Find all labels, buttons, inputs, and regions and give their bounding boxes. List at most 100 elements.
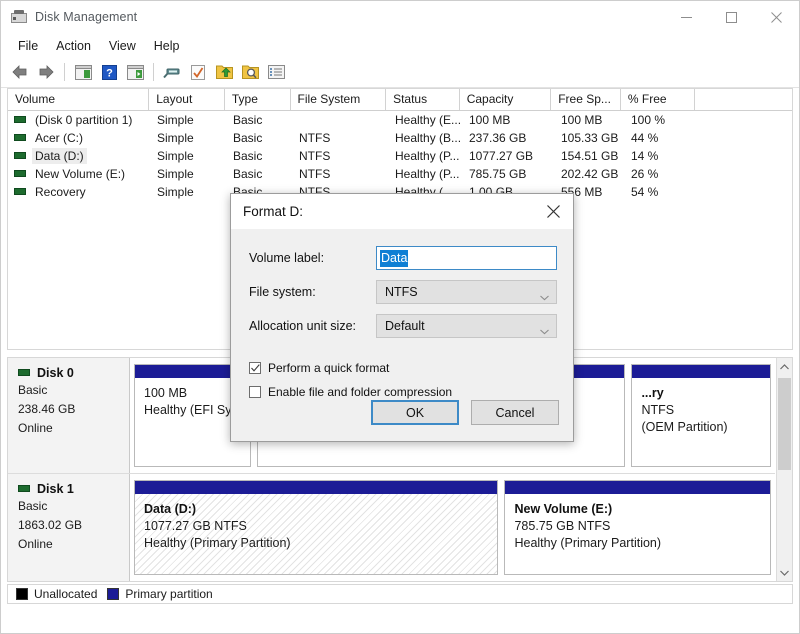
allocation-unit-size-label: Allocation unit size: <box>249 319 357 333</box>
table-row[interactable]: Acer (C:) Simple Basic NTFS Healthy (B... 237… <box>8 129 792 147</box>
compression-label: Enable file and folder compression <box>268 385 453 399</box>
cell-file-system: NTFS <box>299 131 331 145</box>
disk-info[interactable]: Disk 0 Basic 238.46 GB Online <box>8 358 130 473</box>
minimize-icon[interactable] <box>664 1 709 33</box>
scroll-up-icon[interactable] <box>777 358 792 375</box>
menu-item-file[interactable]: File <box>9 36 47 56</box>
column-header-file-system[interactable]: File System <box>291 89 387 110</box>
cell-status: Healthy (E... <box>395 113 462 127</box>
title-bar: Disk Management <box>1 1 799 33</box>
file-system-select[interactable]: NTFS <box>376 280 557 304</box>
column-header-free-space[interactable]: Free Sp... <box>551 89 621 110</box>
close-icon[interactable] <box>754 1 799 33</box>
maximize-icon[interactable] <box>709 1 754 33</box>
file-system-label: File system: <box>249 285 316 299</box>
disk-kind: Basic <box>18 383 48 397</box>
cell-percent-free: 14 % <box>631 149 659 163</box>
scroll-down-icon[interactable] <box>777 564 792 581</box>
disk-chip-icon <box>18 368 30 376</box>
disk-row[interactable]: Disk 1 Basic 1863.02 GB Online Data (D:) 1077… <box>8 474 775 581</box>
cell-type: Basic <box>233 149 263 163</box>
volume-chip-icon <box>14 133 26 141</box>
disk-size: 238.46 GB <box>18 402 76 416</box>
volume-label-input[interactable]: Data <box>376 246 557 270</box>
cell-volume-label: Data (D:) <box>32 148 87 164</box>
disk-management-icon <box>11 9 27 25</box>
menu-item-help[interactable]: Help <box>145 36 189 56</box>
cell-volume: New Volume (E:) <box>8 166 150 182</box>
volume-list-header: Volume Layout Type File System Status Ca… <box>8 89 792 111</box>
scrollbar-thumb[interactable] <box>778 378 791 470</box>
disk-info[interactable]: Disk 1 Basic 1863.02 GB Online <box>8 474 130 581</box>
cancel-button[interactable]: Cancel <box>471 400 559 425</box>
help-icon[interactable]: ? <box>96 60 122 84</box>
rescan-disks-icon[interactable] <box>211 60 237 84</box>
partition-area: Data (D:) 1077.27 GB NTFS Healthy (Primary… <box>130 474 775 581</box>
properties-icon[interactable] <box>159 60 185 84</box>
disk-pane-scrollbar[interactable] <box>776 358 792 581</box>
partition[interactable]: Data (D:) 1077.27 GB NTFS Healthy (Primary… <box>134 480 499 575</box>
legend-swatch-primary-partition <box>107 588 120 600</box>
ok-button[interactable]: OK <box>371 400 459 425</box>
show-hide-action-pane-icon[interactable] <box>122 60 148 84</box>
cell-volume: Data (D:) <box>8 148 150 164</box>
format-dialog: Format D: Volume label: Data File system… <box>230 193 574 442</box>
allocation-unit-size-row: Allocation unit size: Default <box>249 311 557 341</box>
column-header-capacity[interactable]: Capacity <box>460 89 552 110</box>
volume-list-rows: (Disk 0 partition 1) Simple Basic Healthy (… <box>8 111 792 201</box>
refresh-icon[interactable] <box>185 60 211 84</box>
column-header-status[interactable]: Status <box>386 89 460 110</box>
menu-item-action[interactable]: Action <box>47 36 100 56</box>
table-row[interactable]: New Volume (E:) Simple Basic NTFS Healthy (P… <box>8 165 792 183</box>
partition-size: NTFS <box>641 403 675 417</box>
table-row[interactable]: (Disk 0 partition 1) Simple Basic Healthy (… <box>8 111 792 129</box>
legend-label-primary-partition: Primary partition <box>125 587 213 601</box>
legend-swatch-unallocated <box>16 588 28 600</box>
compression-checkbox[interactable] <box>249 386 261 398</box>
cell-layout: Simple <box>157 113 194 127</box>
disk-name-label: Disk 1 <box>37 482 74 496</box>
column-header-percent-free[interactable]: % Free <box>621 89 695 110</box>
volume-label-row: Volume label: Data <box>249 243 557 273</box>
partition-size: 785.75 GB NTFS <box>514 519 611 533</box>
partition-title: Data (D:) <box>144 502 197 516</box>
partition-type-bar <box>505 481 770 494</box>
show-hide-console-tree-icon[interactable] <box>70 60 96 84</box>
menu-item-view[interactable]: View <box>100 36 145 56</box>
quick-format-checkbox[interactable] <box>249 362 261 374</box>
disk-size: 1863.02 GB <box>18 518 83 532</box>
search-icon[interactable] <box>237 60 263 84</box>
disk-management-window: Disk Management File Action View Help ? … <box>0 0 800 634</box>
partition[interactable]: ...ry NTFS (OEM Partition) <box>631 364 771 467</box>
cell-capacity: 100 MB <box>469 113 511 127</box>
cell-type: Basic <box>233 113 263 127</box>
disk-chip-icon <box>18 484 30 492</box>
forward-arrow-icon[interactable] <box>33 60 59 84</box>
cell-layout: Simple <box>157 167 194 181</box>
legend-item-primary-partition: Primary partition <box>107 587 213 601</box>
allocation-unit-size-select[interactable]: Default <box>376 314 557 338</box>
partition-body: New Volume (E:) 785.75 GB NTFS Healthy (Pr… <box>505 494 770 574</box>
back-arrow-icon[interactable] <box>7 60 33 84</box>
cell-volume-label: (Disk 0 partition 1) <box>35 113 133 127</box>
column-header-spacer[interactable] <box>695 89 793 110</box>
close-icon[interactable] <box>533 194 573 229</box>
cell-file-system: NTFS <box>299 167 331 181</box>
list-view-icon[interactable] <box>263 60 289 84</box>
column-header-type[interactable]: Type <box>225 89 291 110</box>
chevron-down-icon <box>540 288 549 306</box>
column-header-layout[interactable]: Layout <box>149 89 225 110</box>
cell-volume: Acer (C:) <box>8 130 150 146</box>
quick-format-checkbox-row[interactable]: Perform a quick format <box>249 357 557 379</box>
column-header-volume[interactable]: Volume <box>8 89 150 110</box>
partition-status: (OEM Partition) <box>641 420 728 434</box>
table-row[interactable]: Data (D:) Simple Basic NTFS Healthy (P... 107… <box>8 147 792 165</box>
window-controls <box>664 1 799 33</box>
partition-body: ...ry NTFS (OEM Partition) <box>632 378 770 466</box>
window-title: Disk Management <box>35 10 138 24</box>
partition[interactable]: New Volume (E:) 785.75 GB NTFS Healthy (Pr… <box>504 480 771 575</box>
disk-name-label: Disk 0 <box>37 366 74 380</box>
volume-chip-icon <box>14 151 26 159</box>
volume-label-label: Volume label: <box>249 251 325 265</box>
disk-name: Disk 1 <box>18 482 129 496</box>
